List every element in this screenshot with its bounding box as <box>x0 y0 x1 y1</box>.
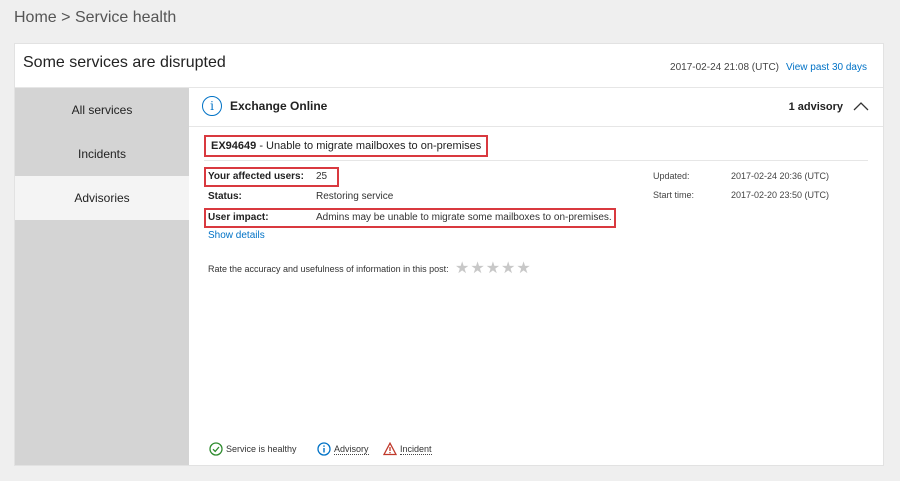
breadcrumb-current: Service health <box>74 9 177 26</box>
sidebar: All services Incidents Advisories <box>15 88 189 465</box>
service-name: Exchange Online <box>230 99 328 113</box>
sidebar-item-advisories[interactable]: Advisories <box>15 176 189 220</box>
legend-incident-label[interactable]: Incident <box>400 444 432 455</box>
last-refreshed-timestamp: 2017-02-24 21:08 (UTC) <box>670 62 779 73</box>
breadcrumb: Home > Service health <box>14 9 176 27</box>
user-impact-label: User impact: <box>208 212 269 223</box>
divider <box>204 160 868 161</box>
page-title: Some services are disrupted <box>23 54 226 71</box>
sidebar-item-incidents[interactable]: Incidents <box>15 132 189 176</box>
service-header[interactable]: i Exchange Online 1 advisory <box>189 88 883 127</box>
advisory-id: EX94649 <box>211 140 257 152</box>
advisory-title-separator: - <box>256 140 267 152</box>
star-icon[interactable]: ★ <box>501 258 516 277</box>
star-icon[interactable]: ★ <box>516 258 531 277</box>
panel-header: Some services are disrupted 2017-02-24 2… <box>15 44 883 88</box>
info-icon <box>317 442 331 456</box>
check-circle-icon <box>209 442 223 456</box>
show-details-link[interactable]: Show details <box>208 230 265 241</box>
advisory-title: EX94649 - Unable to migrate mailboxes to… <box>204 135 489 157</box>
warning-triangle-icon <box>383 442 397 456</box>
updated-label: Updated: <box>653 171 690 181</box>
chevron-up-icon[interactable] <box>853 100 869 112</box>
info-icon: i <box>202 96 222 116</box>
rating-stars[interactable]: ★★★★★ <box>455 258 532 277</box>
affected-users-value: 25 <box>316 171 328 182</box>
status-value: Restoring service <box>316 191 394 202</box>
advisory-content: i Exchange Online 1 advisory EX94649 - U… <box>189 88 883 465</box>
legend-healthy-label: Service is healthy <box>226 444 297 454</box>
breadcrumb-home[interactable]: Home <box>14 9 57 26</box>
star-icon[interactable]: ★ <box>455 258 470 277</box>
start-time-label: Start time: <box>653 190 695 200</box>
updated-value: 2017-02-24 20:36 (UTC) <box>731 171 830 181</box>
star-icon[interactable]: ★ <box>470 258 485 277</box>
service-health-panel: Some services are disrupted 2017-02-24 2… <box>14 43 884 466</box>
advisory-count: 1 advisory <box>788 101 843 113</box>
view-past-30-days-link[interactable]: View past 30 days <box>786 62 867 73</box>
rating-prompt: Rate the accuracy and usefulness of info… <box>208 264 449 274</box>
advisory-title-text: Unable to migrate mailboxes to on-premis… <box>266 140 482 152</box>
affected-users-label: Your affected users: <box>208 171 304 182</box>
breadcrumb-separator: > <box>61 9 71 26</box>
start-time-value: 2017-02-20 23:50 (UTC) <box>731 190 830 200</box>
status-label: Status: <box>208 191 242 202</box>
user-impact-value: Admins may be unable to migrate some mai… <box>316 212 612 223</box>
sidebar-item-all-services[interactable]: All services <box>15 88 189 132</box>
legend-advisory-label[interactable]: Advisory <box>334 444 369 455</box>
star-icon[interactable]: ★ <box>486 258 501 277</box>
